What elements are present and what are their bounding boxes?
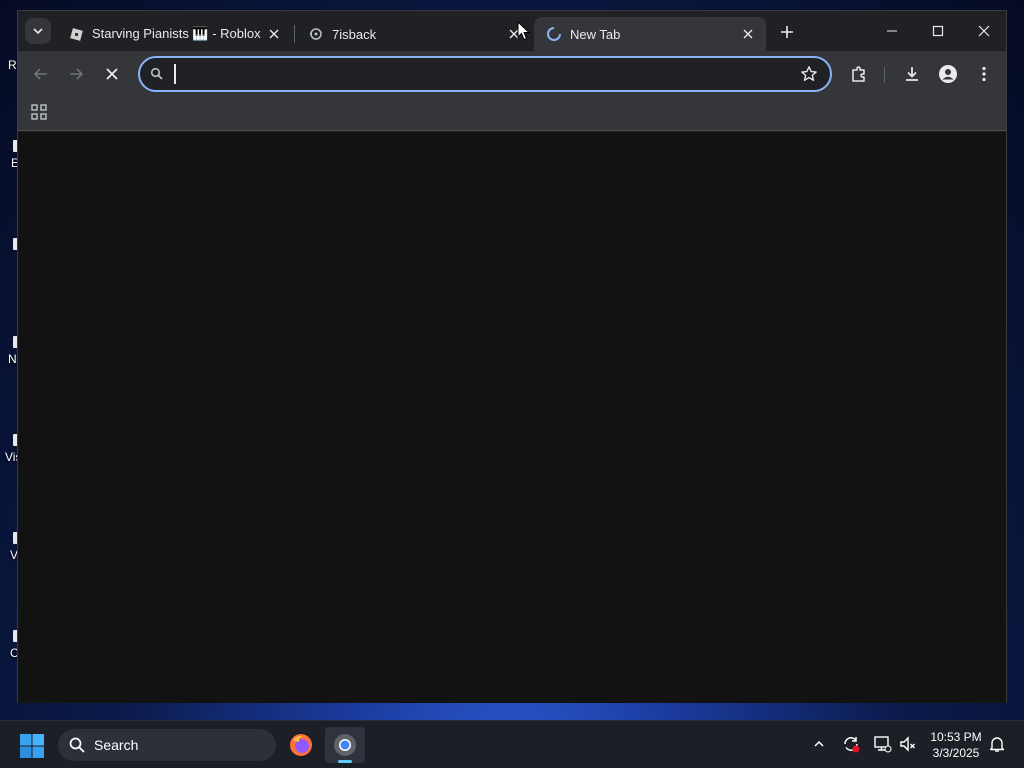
tab-strip: Starving Pianists 🎹 - Roblox 7isback New… <box>18 11 1006 51</box>
menu-button[interactable] <box>971 61 997 87</box>
back-button[interactable] <box>28 61 54 87</box>
roblox-icon <box>68 26 84 42</box>
sync-status-button[interactable] <box>840 733 862 755</box>
bell-icon <box>989 737 1005 752</box>
maximize-button[interactable] <box>915 11 961 51</box>
bookmarks-bar <box>18 95 1006 131</box>
taskbar-search[interactable]: Search <box>58 729 276 761</box>
taskbar: Search 10:53 PM 3/3/2025 <box>0 720 1024 768</box>
search-icon <box>150 67 163 80</box>
tab-separator <box>294 25 295 43</box>
clock-date: 3/3/2025 <box>932 746 980 760</box>
desktop-icon-label: N <box>8 352 17 366</box>
tab-new-tab[interactable]: New Tab <box>534 17 766 51</box>
volume-button[interactable] <box>897 733 919 755</box>
profile-icon <box>939 65 957 83</box>
chevron-up-icon <box>814 740 824 747</box>
forward-button[interactable] <box>63 61 89 87</box>
network-button[interactable] <box>871 733 893 755</box>
desktop-icon-label: R <box>8 58 17 72</box>
kebab-menu-icon <box>982 66 986 82</box>
page-content[interactable] <box>18 132 1006 703</box>
apps-grid-icon[interactable] <box>30 103 48 121</box>
browser-window: Starving Pianists 🎹 - Roblox 7isback New… <box>17 10 1007 703</box>
tab-search-button[interactable] <box>25 18 51 44</box>
active-app-indicator <box>338 760 352 763</box>
maximize-icon <box>932 25 944 37</box>
puzzle-icon <box>852 66 865 82</box>
close-window-button[interactable] <box>961 11 1007 51</box>
profile-button[interactable] <box>935 61 961 87</box>
tab-roblox[interactable]: Starving Pianists 🎹 - Roblox <box>56 17 292 51</box>
forward-arrow-icon <box>70 68 84 80</box>
browser-toolbar <box>18 51 1006 95</box>
clock-time: 10:53 PM <box>930 730 982 744</box>
minimize-icon <box>887 30 897 32</box>
taskbar-chrome[interactable] <box>325 727 365 763</box>
notifications-button[interactable] <box>986 733 1008 755</box>
downloads-button[interactable] <box>899 61 925 87</box>
loading-spinner-icon <box>546 26 562 42</box>
show-hidden-icons-button[interactable] <box>808 733 830 755</box>
chevron-down-icon <box>33 28 43 35</box>
stop-loading-button[interactable] <box>99 61 125 87</box>
close-icon <box>978 25 990 37</box>
back-arrow-icon <box>33 68 47 80</box>
address-bar[interactable] <box>138 56 832 92</box>
download-icon <box>906 67 918 81</box>
extensions-button[interactable] <box>846 61 872 87</box>
tab-title: Starving Pianists 🎹 - Roblox <box>92 26 261 41</box>
tab-title: New Tab <box>570 26 621 42</box>
taskbar-firefox[interactable] <box>281 727 321 763</box>
close-icon[interactable] <box>264 24 284 44</box>
search-label: Search <box>94 737 139 753</box>
bookmark-star-icon[interactable] <box>800 65 818 83</box>
close-icon[interactable] <box>738 24 758 44</box>
plus-icon <box>781 26 793 38</box>
volume-muted-icon <box>900 736 915 752</box>
minimize-button[interactable] <box>869 11 915 51</box>
close-icon <box>106 68 118 80</box>
toolbar-separator <box>884 67 885 83</box>
globe-icon <box>308 26 324 42</box>
search-icon <box>69 737 85 753</box>
tab-7isback[interactable]: 7isback <box>296 17 532 51</box>
network-icon <box>874 736 892 753</box>
mouse-cursor-icon <box>517 21 531 41</box>
new-tab-button[interactable] <box>774 19 800 45</box>
windows-start-icon[interactable] <box>18 732 46 760</box>
sync-icon <box>844 737 860 753</box>
chrome-icon <box>334 734 356 756</box>
address-input[interactable] <box>174 64 774 84</box>
tab-title: 7isback <box>332 26 377 42</box>
taskbar-clock[interactable]: 10:53 PM 3/3/2025 <box>922 729 990 761</box>
firefox-icon <box>290 734 312 756</box>
